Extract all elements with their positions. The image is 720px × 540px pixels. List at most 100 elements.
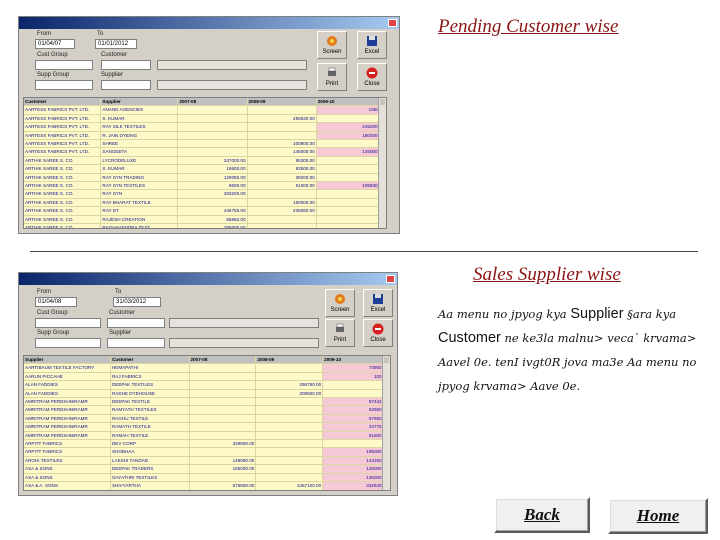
table-cell: 195000.00: [322, 447, 390, 457]
table-row[interactable]: ALAN FADDIES DEEPAK TEXTILES 298780.00: [24, 380, 390, 390]
home-button[interactable]: Home: [608, 498, 708, 534]
table-row[interactable]: AMRITRAM PERESHNIRAMR RAMAH TEXTILE 51800.…: [24, 431, 390, 441]
excel-button[interactable]: Excel: [357, 31, 387, 59]
print-button[interactable]: Print: [325, 319, 355, 347]
table-row[interactable]: AARTESS FABRICS PVT. LTD. SHREE 100800.00: [24, 139, 386, 149]
table-row[interactable]: AROHI TEXTILES LAKSHI TANDAB 149090.00 1442…: [24, 456, 390, 466]
description-part-2: §ara kya: [623, 307, 677, 321]
customer-name-field: [169, 318, 319, 328]
excel-button-label: Excel: [370, 307, 386, 313]
table-cell: [316, 198, 386, 208]
supplier-field[interactable]: [107, 338, 165, 348]
supp-group-field[interactable]: [35, 80, 93, 90]
table-row[interactable]: AMRITRAM PERESHNIRAMR RAMYATH TEXTILES 526…: [24, 405, 390, 415]
table-row[interactable]: AMRITRAM PERESHNIRAMR RAMATH TEXTILE 34775…: [24, 422, 390, 432]
table-row[interactable]: ARTHIK SAREE S. CO. RAJESH CREATION 65860.…: [24, 215, 386, 225]
to-date-field[interactable]: 31/03/2012: [113, 297, 161, 307]
grid-header-cell[interactable]: Supplier: [100, 98, 179, 107]
description-customer-term: Customer: [438, 330, 501, 346]
table-row[interactable]: ARPITT FABRICS DEV CORP 329800.00: [24, 439, 390, 449]
customer-field[interactable]: [101, 60, 151, 70]
table-cell: ARTHIK SAREE S. CO.: [24, 215, 102, 225]
supp-group-field[interactable]: [35, 338, 101, 348]
table-cell: [316, 215, 386, 225]
close-button[interactable]: Close: [357, 63, 387, 91]
table-cell: 148000.00: [322, 464, 390, 474]
window-close-icon[interactable]: [388, 19, 397, 27]
to-label: To: [97, 31, 104, 37]
table-row[interactable]: AARUN PICCAHE RAJ FABRICS 100.00: [24, 372, 390, 382]
grid-header-cell[interactable]: 2007-08: [189, 356, 257, 365]
grid-header-cell[interactable]: Supplier: [24, 356, 111, 365]
cust-group-label: Cust Group: [37, 310, 68, 316]
table-cell: 120050.00: [177, 173, 248, 183]
sales-supplier-grid[interactable]: Supplier Customer 2007-08 2008-09 2009-10 AA…: [23, 355, 391, 491]
table-cell: [177, 139, 248, 149]
table-row[interactable]: ARPITT FABRICS SHOBHAA 195000.00: [24, 447, 390, 457]
grid-header-cell[interactable]: 2009-10: [322, 356, 390, 365]
from-date-field[interactable]: 01/04/07: [35, 39, 75, 49]
back-button[interactable]: Back: [494, 497, 590, 533]
screen-button[interactable]: Screen: [325, 289, 355, 317]
table-cell: [177, 198, 248, 208]
grid-vertical-scrollbar[interactable]: [382, 356, 390, 490]
screen-button[interactable]: Screen: [317, 31, 347, 59]
table-cell: RAY BHARAT TEXTILE: [100, 198, 179, 208]
grid-header-cell[interactable]: 2009-10: [316, 98, 386, 107]
table-cell: ARTHIK SAREE S. CO.: [24, 223, 102, 228]
table-cell: 1357100.00: [255, 481, 324, 490]
grid-vertical-scrollbar[interactable]: [378, 98, 386, 228]
grid-header-row: Customer Supplier 2007-08 2008-09 2009-10: [24, 98, 386, 107]
to-date-field[interactable]: 01/01/2012: [95, 39, 137, 49]
customer-field[interactable]: [107, 318, 165, 328]
table-row[interactable]: ASA & SONS GAYATHRI TEXTILES 135000.00: [24, 473, 390, 483]
window-titlebar: [19, 273, 397, 285]
table-row[interactable]: AARTESS FABRICS PVT. LTD. S. KUMAR 259530.…: [24, 114, 386, 124]
table-row[interactable]: AARTESS FABRICS PVT. LTD. R. JAIN DYEING 1…: [24, 131, 386, 141]
table-row[interactable]: ASHIRWAD & B. ABHINAVLAXMI NARAYAN155800…: [24, 490, 390, 491]
table-row[interactable]: ALAN FADDIES RADHE DYEHOUSE 209500.00: [24, 389, 390, 399]
table-row[interactable]: AARTESS FABRICS PVT. LTD. SANGEETA 145000.…: [24, 147, 386, 157]
table-row[interactable]: ARTHIK SAREE S. CO. LYCRODELUXE 247000.00 9…: [24, 156, 386, 166]
table-row[interactable]: AARTIBAUM TEXTILE FACTORY HEMAPATHI 74900.…: [24, 363, 390, 373]
print-button[interactable]: Print: [317, 63, 347, 91]
table-row[interactable]: ARTHIK SAREE S. CO. RAY BHARAT TEXTILE 150…: [24, 198, 386, 208]
table-row[interactable]: ARTHIK SAREE S. CO. RAY DT 446755.00 235060…: [24, 206, 386, 216]
pending-customer-grid[interactable]: Customer Supplier 2007-08 2008-09 2009-10 AA…: [23, 97, 387, 229]
table-row[interactable]: ARTHIK SAREE S. CO. RAY SYN TRADING 120050…: [24, 173, 386, 183]
from-date-field[interactable]: 01/04/08: [35, 297, 77, 307]
close-button[interactable]: Close: [363, 319, 393, 347]
table-row[interactable]: ARTHIK SAREE S. CO. RAGHAVENDRA TEXT 28660…: [24, 223, 386, 228]
table-row[interactable]: ARTHIK SAREE S. CO. S. KUMAR 16600.00 82500…: [24, 164, 386, 174]
grid-header-cell[interactable]: 2008-09: [255, 356, 324, 365]
table-row[interactable]: AARTESS FABRICS PVT. LTD. RAY SILK TEXTIL…: [24, 122, 386, 132]
excel-button[interactable]: Excel: [363, 289, 393, 317]
window-close-icon[interactable]: [386, 275, 395, 283]
cust-group-field[interactable]: [35, 60, 93, 70]
description-part-1: Aa menu no jpyog kya: [438, 307, 571, 321]
table-row[interactable]: ASA & SONS DEEPAK TRADERS 185000.00 148000.…: [24, 464, 390, 474]
table-row[interactable]: ARTHIK SAREE S. CO. RAY SYN TEXTILES 9600.…: [24, 181, 386, 191]
grid-header-cell[interactable]: 2007-08: [177, 98, 248, 107]
table-cell: S. KUMAR: [100, 164, 179, 174]
grid-header-cell[interactable]: Customer: [110, 356, 190, 365]
grid-header-cell[interactable]: 2008-09: [247, 98, 317, 107]
grid-header-cell[interactable]: Customer: [24, 98, 102, 107]
cust-group-label: Cust Group: [37, 52, 68, 58]
table-row[interactable]: AMRITRAM PERESHNIRAMR DEEPAK TEXTILE 87442…: [24, 397, 390, 407]
supp-group-label: Supp Group: [37, 72, 70, 78]
table-row[interactable]: AARTESS FABRICS PVT. LTD. ANAND AGENCIES 1…: [24, 105, 386, 115]
table-cell: AARTIBAUM TEXTILE FACTORY: [24, 363, 111, 373]
table-cell: [255, 414, 324, 424]
cust-group-field[interactable]: [35, 318, 101, 328]
table-cell: 34775.00: [322, 422, 390, 432]
table-cell: ARTHIK SAREE S. CO.: [24, 198, 102, 208]
table-row[interactable]: ASA & A. SONS SHIVYARTHA 675800.00 1357100.…: [24, 481, 390, 490]
to-label: To: [115, 289, 122, 295]
table-cell: [322, 439, 390, 449]
table-row[interactable]: AMRITRAM PERESHNIRAMR RAGHU TEXTILE 97650.…: [24, 414, 390, 424]
supplier-field[interactable]: [101, 80, 151, 90]
table-cell: [255, 447, 324, 457]
table-row[interactable]: ARTHIK SAREE S. CO. RAY SYN 283200.00: [24, 189, 386, 199]
save-disk-icon: [373, 294, 383, 304]
